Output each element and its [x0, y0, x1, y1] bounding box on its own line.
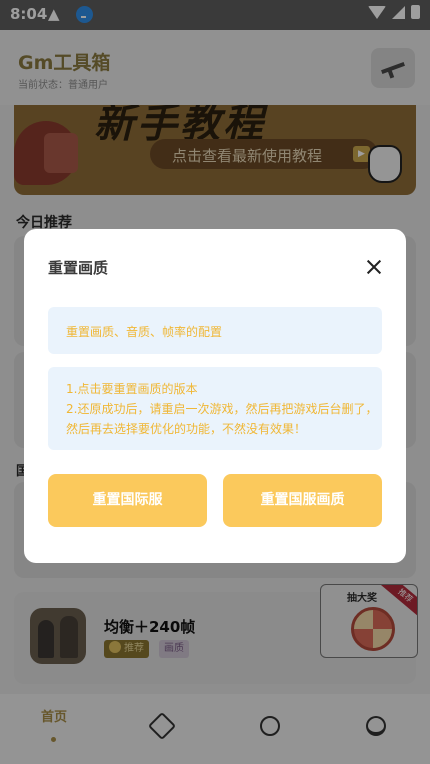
close-icon[interactable]	[362, 255, 386, 279]
dialog-title: 重置画质	[48, 259, 109, 277]
reset-quality-dialog: 重置画质 重置画质、音质、帧率的配置 1.点击要重置画质的版本 2.还原成功后，…	[24, 229, 406, 563]
info-box: 重置画质、音质、帧率的配置	[48, 307, 382, 354]
instructions-text: 1.点击要重置画质的版本 2.还原成功后，请重启一次游戏，然后再把游戏后台删了，…	[66, 379, 382, 439]
instructions-box: 1.点击要重置画质的版本 2.还原成功后，请重启一次游戏，然后再把游戏后台删了，…	[48, 367, 382, 450]
instruction-step: 2.还原成功后，请重启一次游戏，然后再把游戏后台删了，然后再去选择要优化的功能，…	[66, 402, 378, 436]
instruction-step: 1.点击要重置画质的版本	[66, 382, 198, 396]
reset-china-button[interactable]: 重置国服画质	[223, 474, 382, 527]
info-text: 重置画质、音质、帧率的配置	[66, 325, 223, 339]
reset-international-button[interactable]: 重置国际服	[48, 474, 207, 527]
